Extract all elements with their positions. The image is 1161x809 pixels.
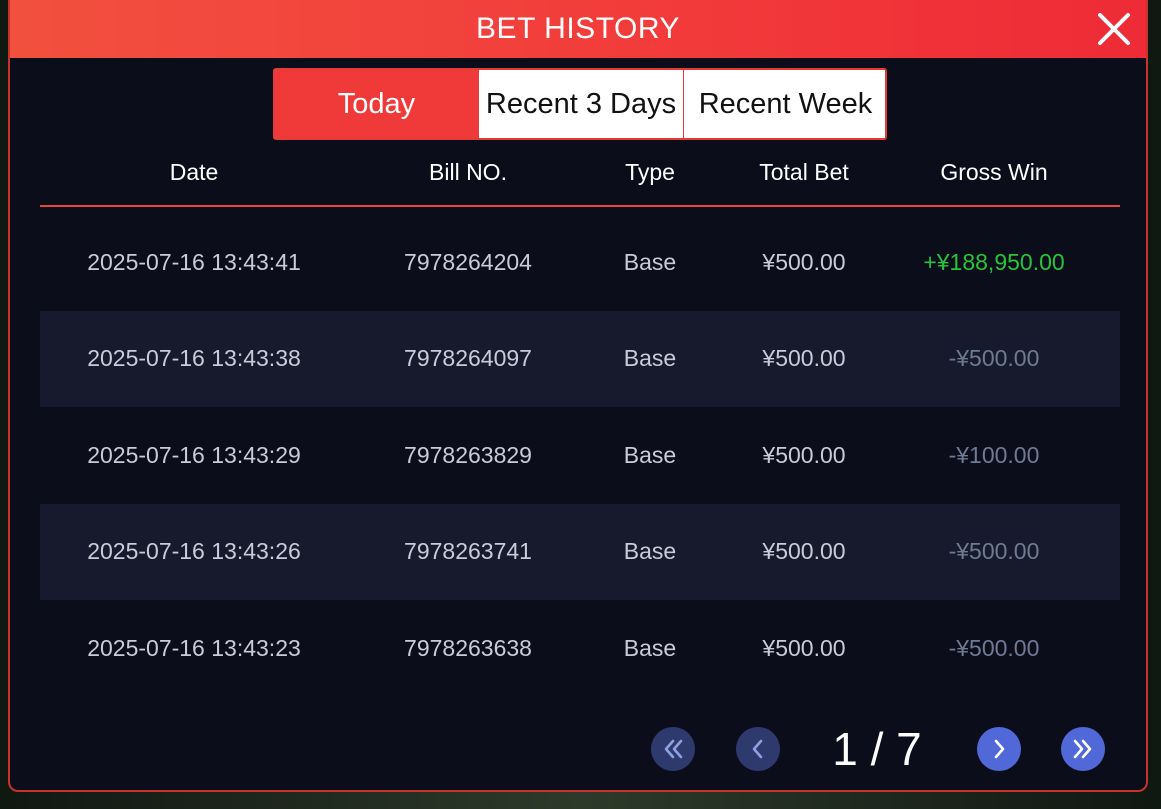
cell-total-bet: ¥500.00 [762, 538, 846, 565]
cell-total-bet: ¥500.00 [762, 345, 846, 372]
date-range-tabs: Today Recent 3 Days Recent Week [273, 68, 887, 140]
column-header-type: Type [625, 158, 675, 185]
modal-title-bar: BET HISTORY [10, 0, 1146, 58]
cell-bill-no: 7978263638 [404, 634, 532, 661]
cell-gross-win: -¥500.00 [948, 538, 1040, 565]
cell-bill-no: 7978263829 [404, 441, 532, 468]
cell-date: 2025-07-16 13:43:23 [87, 634, 301, 661]
column-header-date: Date [169, 158, 219, 185]
cell-type: Base [623, 634, 677, 661]
column-header-total-bet: Total Bet [759, 158, 849, 185]
tab-recent-week[interactable]: Recent Week [684, 70, 885, 138]
first-page-button[interactable] [651, 727, 695, 771]
next-page-button[interactable] [977, 727, 1021, 771]
double-chevron-right-icon [1073, 739, 1092, 759]
cell-gross-win: -¥100.00 [948, 441, 1040, 468]
prev-page-button[interactable] [736, 727, 780, 771]
cell-date: 2025-07-16 13:43:41 [87, 248, 301, 275]
table-row: 2025-07-16 13:43:41 7978264204 Base ¥500… [40, 214, 1120, 311]
cell-type: Base [623, 538, 677, 565]
cell-type: Base [623, 345, 677, 372]
cell-gross-win: -¥500.00 [948, 345, 1040, 372]
table-body: 2025-07-16 13:43:41 7978264204 Base ¥500… [40, 214, 1120, 697]
pagination: 1 / 7 [10, 723, 1146, 775]
cell-total-bet: ¥500.00 [762, 634, 846, 661]
bet-history-modal: BET HISTORY Today Recent 3 Days Recent W… [8, 0, 1148, 792]
tab-recent-3-days[interactable]: Recent 3 Days [479, 70, 684, 138]
column-header-bill-no: Bill NO. [429, 158, 507, 185]
cell-gross-win: +¥188,950.00 [923, 248, 1065, 275]
table-row: 2025-07-16 13:43:29 7978263829 Base ¥500… [40, 407, 1120, 504]
table-row: 2025-07-16 13:43:23 7978263638 Base ¥500… [40, 600, 1120, 697]
page-indicator: 1 / 7 [832, 723, 922, 775]
cell-type: Base [623, 248, 677, 275]
cell-date: 2025-07-16 13:43:26 [87, 538, 301, 565]
cell-bill-no: 7978263741 [404, 538, 532, 565]
cell-gross-win: -¥500.00 [948, 634, 1040, 661]
table-row: 2025-07-16 13:43:26 7978263741 Base ¥500… [40, 503, 1120, 600]
close-icon [1098, 13, 1130, 45]
cell-total-bet: ¥500.00 [762, 248, 846, 275]
cell-total-bet: ¥500.00 [762, 441, 846, 468]
double-chevron-left-icon [664, 739, 683, 759]
table-row: 2025-07-16 13:43:38 7978264097 Base ¥500… [40, 310, 1120, 407]
table-header: Date Bill NO. Type Total Bet Gross Win [40, 141, 1120, 207]
cell-type: Base [623, 441, 677, 468]
tab-today[interactable]: Today [275, 70, 479, 138]
chevron-left-icon [752, 739, 763, 759]
cell-bill-no: 7978264204 [404, 248, 532, 275]
cell-bill-no: 7978264097 [404, 345, 532, 372]
chevron-right-icon [994, 739, 1005, 759]
cell-date: 2025-07-16 13:43:29 [87, 441, 301, 468]
modal-title: BET HISTORY [476, 12, 680, 45]
last-page-button[interactable] [1061, 727, 1105, 771]
close-button[interactable] [1094, 9, 1134, 49]
cell-date: 2025-07-16 13:43:38 [87, 345, 301, 372]
column-header-gross-win: Gross Win [940, 158, 1048, 185]
